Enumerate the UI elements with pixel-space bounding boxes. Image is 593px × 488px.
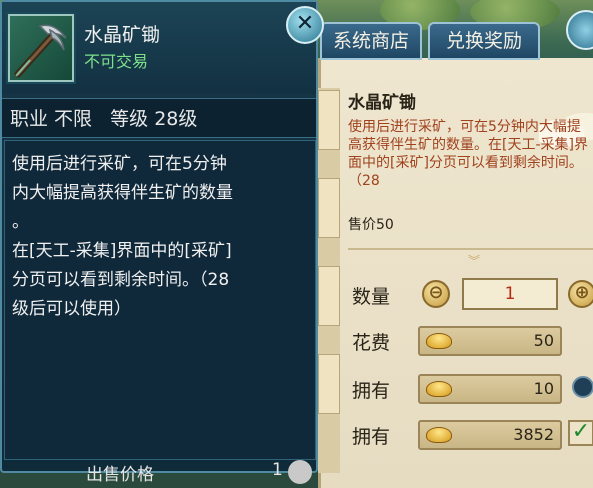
owned-label: 拥有	[352, 380, 391, 402]
close-icon[interactable]: ✕	[286, 6, 324, 44]
description-line: 内大幅提高获得伴生矿的数量	[12, 183, 233, 203]
decrease-quantity-button[interactable]: ⊖	[422, 280, 450, 308]
list-item[interactable]	[318, 266, 340, 326]
currency-info-icon[interactable]	[572, 376, 593, 398]
description-line: 。	[12, 212, 29, 232]
description-line: 级后可以使用）	[12, 299, 131, 319]
description-line: 分页可以看到剩余时间。（28	[12, 270, 230, 290]
gold-ingot-icon	[426, 427, 452, 443]
sale-price-value: 1	[272, 460, 283, 480]
owned-value: 10	[533, 379, 554, 398]
owned-value-box: 10	[418, 374, 562, 404]
pickaxe-icon	[8, 14, 74, 82]
item-name: 水晶矿锄	[84, 24, 161, 46]
divider	[348, 248, 593, 250]
silver-coin-icon	[288, 460, 312, 484]
cost-value-box: 50	[418, 326, 562, 356]
item-requirements: 职业 不限 等级 28级	[2, 98, 316, 138]
chevron-down-icon: ︾	[468, 254, 481, 268]
list-item[interactable]	[318, 354, 340, 414]
cost-value: 50	[533, 331, 554, 350]
shop-item-description: 使用后进行采矿，可在5分钟内大幅提高获得伴生矿的数量。在[天工-采集]界面中的[…	[348, 119, 588, 189]
list-item[interactable]	[318, 178, 340, 238]
trade-status: 不可交易	[84, 52, 149, 71]
confirm-check-icon[interactable]: ✓	[568, 420, 593, 446]
gold-ingot-icon	[426, 381, 452, 397]
shop-item-price: 售价50	[348, 217, 394, 233]
quantity-label: 数量	[352, 286, 391, 308]
owned-value-box: 3852	[418, 420, 562, 450]
description-line: 在[天工-采集]界面中的[采矿]	[12, 241, 232, 261]
gold-ingot-icon	[426, 333, 452, 349]
description-line: 使用后进行采矿，可在5分钟	[12, 154, 227, 174]
tab-system-shop[interactable]: 系统商店	[320, 22, 422, 60]
owned-value: 3852	[513, 425, 554, 444]
cost-label: 花费	[352, 332, 391, 354]
owned-label: 拥有	[352, 426, 391, 448]
shop-item-name: 水晶矿锄	[348, 93, 416, 113]
item-description: 使用后进行采矿，可在5分钟 内大幅提高获得伴生矿的数量 。 在[天工-采集]界面…	[12, 150, 308, 324]
tab-exchange-rewards[interactable]: 兑换奖励	[428, 22, 540, 60]
increase-quantity-button[interactable]: ⊕	[568, 280, 593, 308]
quantity-field[interactable]: 1	[462, 278, 558, 310]
item-tooltip: 水晶矿锄 不可交易 职业 不限 等级 28级 使用后进行采矿，可在5分钟 内大幅…	[0, 0, 318, 485]
list-item[interactable]	[318, 90, 340, 150]
